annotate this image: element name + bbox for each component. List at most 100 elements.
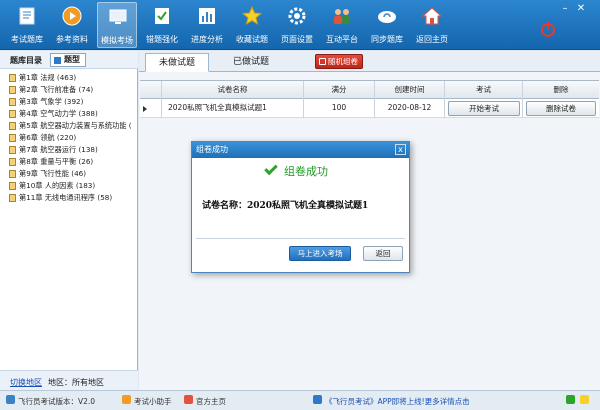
chapter-label: 第1章 法规 (463): [19, 73, 77, 82]
book-icon: [9, 98, 16, 106]
official-homepage-link[interactable]: 官方主页: [196, 396, 226, 407]
helper-link[interactable]: 考试小助手: [134, 396, 172, 407]
toolbar-progress[interactable]: 进度分析: [187, 2, 227, 48]
book-icon: [9, 134, 16, 142]
region-footer: 切换地区 地区：所有地区: [0, 370, 138, 390]
toolbar-reference[interactable]: 参考资料: [52, 2, 92, 48]
book-icon: [9, 86, 16, 94]
toolbar-progress-label: 进度分析: [191, 35, 223, 44]
tree-item-chapter-10[interactable]: 第10章 人的因素 (183): [8, 180, 138, 192]
toolbar-mock-exam-label: 模拟考场: [101, 36, 133, 45]
exam-bank-icon: [19, 7, 35, 25]
type-icon: [54, 57, 61, 64]
enter-exam-button[interactable]: 马上进入考场: [289, 246, 351, 261]
chapter-tree: 第1章 法规 (463) 第2章 飞行前准备 (74) 第3章 气象学 (392…: [8, 72, 138, 204]
table-header: 试卷名称 满分 创建时间 考试 删除: [140, 80, 599, 100]
homepage-icon: [184, 395, 193, 404]
helper-icon: [122, 395, 131, 404]
book-icon: [9, 158, 16, 166]
random-paper-button[interactable]: 随机组卷: [315, 54, 363, 69]
book-icon: [9, 74, 16, 82]
toolbar-settings[interactable]: 页面设置: [277, 2, 317, 48]
col-score: 满分: [304, 81, 375, 100]
table-row[interactable]: 2020私照飞机全真模拟试题1 100 2020-08-12 开始考试 删除试卷: [140, 99, 599, 118]
tree-item-chapter-3[interactable]: 第3章 气象学 (392): [8, 96, 138, 108]
tree-item-chapter-2[interactable]: 第2章 飞行前准备 (74): [8, 84, 138, 96]
toolbar-exam-bank-label: 考试题库: [11, 35, 43, 44]
phone-icon: [313, 395, 322, 404]
paper-date: 2020-08-12: [375, 99, 445, 118]
tab-bar: 未做试题 已做试题 随机组卷: [139, 51, 600, 72]
chapter-panel-header: 题库目录 题型: [0, 51, 138, 69]
col-name: 试卷名称: [162, 81, 304, 100]
back-button[interactable]: 返回: [363, 246, 403, 261]
toolbar-mistakes[interactable]: 错题强化: [142, 2, 182, 48]
home-icon: [422, 7, 442, 25]
switch-region-link[interactable]: 切换地区: [10, 377, 42, 388]
mistakes-icon: [155, 8, 169, 24]
chapter-label: 第3章 气象学 (392): [19, 97, 84, 106]
toolbar-mistakes-label: 错题强化: [146, 35, 178, 44]
paper-table: 试卷名称 满分 创建时间 考试 删除 2020私照飞机全真模拟试题1 100 2…: [140, 80, 599, 118]
toolbar-sync[interactable]: 同步题库: [367, 2, 407, 48]
status-bar: 飞行员考试版本：V2.0 考试小助手 官方主页 《飞行员考试》APP即将上线!更…: [0, 390, 600, 410]
version-text: 飞行员考试版本：V2.0: [18, 397, 96, 406]
share-icon[interactable]: [580, 395, 589, 404]
book-icon: [9, 122, 16, 130]
toolbar-home[interactable]: 返回主页: [412, 2, 452, 48]
tab-done[interactable]: 已做试题: [219, 53, 283, 72]
chapter-label: 第8章 重量与平衡 (26): [19, 157, 94, 166]
tree-item-chapter-11[interactable]: 第11章 无线电通讯程序 (58): [8, 192, 138, 204]
dialog-divider: [196, 238, 405, 239]
gear-icon: [288, 7, 306, 25]
chapter-label: 第2章 飞行前准备 (74): [19, 85, 94, 94]
sync-cloud-icon: [378, 11, 396, 23]
toolbar-settings-label: 页面设置: [281, 35, 313, 44]
minimize-button[interactable]: –: [559, 3, 571, 15]
toolbar-reference-label: 参考资料: [56, 35, 88, 44]
tree-item-chapter-5[interactable]: 第5章 航空器动力装置与系统功能 (: [8, 120, 138, 132]
mock-exam-icon: [109, 9, 127, 24]
chapter-panel: 题库目录 题型 第1章 法规 (463) 第2章 飞行前准备 (74) 第3章 …: [0, 51, 138, 390]
toolbar-home-label: 返回主页: [416, 35, 448, 44]
dialog-title: 组卷成功: [196, 145, 228, 154]
toolbar-community[interactable]: 互动平台: [322, 2, 362, 48]
refresh-icon[interactable]: [566, 395, 575, 404]
progress-chart-icon: [199, 8, 215, 24]
row-indicator: [140, 99, 162, 118]
dialog-status-text: 组卷成功: [284, 165, 328, 178]
app-notice-link[interactable]: 《飞行员考试》APP即将上线!更多详情点击: [325, 396, 470, 407]
tab-undone[interactable]: 未做试题: [145, 53, 209, 72]
success-dialog: 组卷成功 x 组卷成功 试卷名称：2020私照飞机全真模拟试题1 马上进入考场 …: [191, 141, 410, 273]
tree-item-chapter-4[interactable]: 第4章 空气动力学 (388): [8, 108, 138, 120]
col-exam: 考试: [445, 81, 523, 100]
dialog-close-button[interactable]: x: [395, 144, 406, 155]
tree-item-chapter-7[interactable]: 第7章 航空器运行 (138): [8, 144, 138, 156]
reference-icon: [62, 6, 82, 26]
start-exam-button[interactable]: 开始考试: [448, 101, 520, 116]
row-indicator-header: [140, 81, 162, 100]
power-icon[interactable]: [541, 22, 555, 37]
book-icon: [9, 194, 16, 202]
question-type-button[interactable]: 题型: [50, 53, 86, 67]
toolbar-exam-bank[interactable]: 考试题库: [7, 2, 47, 48]
row-pointer-icon: [143, 106, 147, 112]
close-window-button[interactable]: ✕: [575, 3, 587, 15]
tree-item-chapter-8[interactable]: 第8章 重量与平衡 (26): [8, 156, 138, 168]
tree-item-chapter-9[interactable]: 第9章 飞行性能 (46): [8, 168, 138, 180]
toolbar-sync-label: 同步题库: [371, 35, 403, 44]
delete-paper-button[interactable]: 删除试卷: [526, 101, 596, 116]
plane-icon: [6, 395, 15, 404]
toolbar-mock-exam[interactable]: 模拟考场: [97, 2, 137, 48]
paper-score: 100: [304, 99, 375, 118]
tree-item-chapter-1[interactable]: 第1章 法规 (463): [8, 72, 138, 84]
toolbar-favorites[interactable]: 收藏试题: [232, 2, 272, 48]
chapter-label: 第10章 人的因素 (183): [19, 181, 96, 190]
users-icon: [334, 9, 350, 24]
toolbar-favorites-label: 收藏试题: [236, 35, 268, 44]
catalog-title: 题库目录: [10, 56, 42, 65]
current-region: 地区：所有地区: [48, 378, 104, 387]
tree-item-chapter-6[interactable]: 第6章 领航 (220): [8, 132, 138, 144]
chapter-label: 第4章 空气动力学 (388): [19, 109, 98, 118]
star-icon: [242, 6, 262, 26]
